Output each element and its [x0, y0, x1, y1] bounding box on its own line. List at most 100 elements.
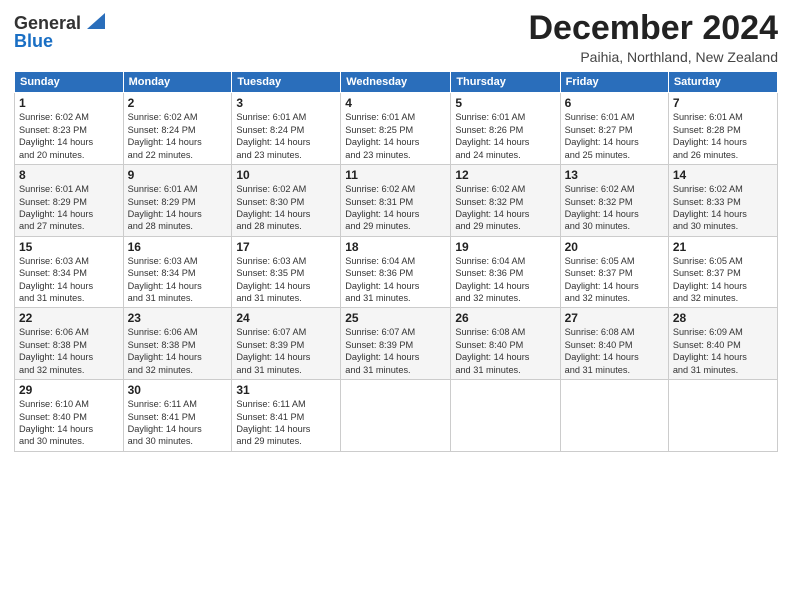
col-saturday: Saturday	[668, 72, 777, 93]
month-title: December 2024	[528, 10, 778, 47]
day-info: Sunrise: 6:01 AM Sunset: 8:24 PM Dayligh…	[236, 111, 336, 161]
day-info: Sunrise: 6:10 AM Sunset: 8:40 PM Dayligh…	[19, 398, 119, 448]
logo-blue-text: Blue	[14, 32, 53, 50]
calendar-week-5: 29Sunrise: 6:10 AM Sunset: 8:40 PM Dayli…	[15, 380, 778, 452]
table-row: 31Sunrise: 6:11 AM Sunset: 8:41 PM Dayli…	[232, 380, 341, 452]
day-info: Sunrise: 6:06 AM Sunset: 8:38 PM Dayligh…	[19, 326, 119, 376]
title-block: December 2024 Paihia, Northland, New Zea…	[528, 10, 778, 65]
col-wednesday: Wednesday	[341, 72, 451, 93]
table-row: 18Sunrise: 6:04 AM Sunset: 8:36 PM Dayli…	[341, 236, 451, 308]
col-monday: Monday	[123, 72, 232, 93]
calendar-week-4: 22Sunrise: 6:06 AM Sunset: 8:38 PM Dayli…	[15, 308, 778, 380]
day-number: 21	[673, 240, 773, 254]
day-info: Sunrise: 6:02 AM Sunset: 8:33 PM Dayligh…	[673, 183, 773, 233]
day-info: Sunrise: 6:05 AM Sunset: 8:37 PM Dayligh…	[565, 255, 664, 305]
day-info: Sunrise: 6:04 AM Sunset: 8:36 PM Dayligh…	[345, 255, 446, 305]
day-number: 12	[455, 168, 555, 182]
day-number: 7	[673, 96, 773, 110]
table-row: 5Sunrise: 6:01 AM Sunset: 8:26 PM Daylig…	[451, 93, 560, 165]
table-row: 17Sunrise: 6:03 AM Sunset: 8:35 PM Dayli…	[232, 236, 341, 308]
day-number: 18	[345, 240, 446, 254]
day-number: 11	[345, 168, 446, 182]
day-info: Sunrise: 6:02 AM Sunset: 8:31 PM Dayligh…	[345, 183, 446, 233]
day-info: Sunrise: 6:03 AM Sunset: 8:35 PM Dayligh…	[236, 255, 336, 305]
table-row: 30Sunrise: 6:11 AM Sunset: 8:41 PM Dayli…	[123, 380, 232, 452]
logo-general-text: General	[14, 14, 81, 32]
day-info: Sunrise: 6:03 AM Sunset: 8:34 PM Dayligh…	[19, 255, 119, 305]
table-row: 14Sunrise: 6:02 AM Sunset: 8:33 PM Dayli…	[668, 165, 777, 237]
day-number: 4	[345, 96, 446, 110]
location: Paihia, Northland, New Zealand	[528, 49, 778, 65]
day-info: Sunrise: 6:01 AM Sunset: 8:25 PM Dayligh…	[345, 111, 446, 161]
day-info: Sunrise: 6:07 AM Sunset: 8:39 PM Dayligh…	[236, 326, 336, 376]
col-sunday: Sunday	[15, 72, 124, 93]
day-number: 28	[673, 311, 773, 325]
table-row: 9Sunrise: 6:01 AM Sunset: 8:29 PM Daylig…	[123, 165, 232, 237]
table-row: 22Sunrise: 6:06 AM Sunset: 8:38 PM Dayli…	[15, 308, 124, 380]
table-row	[560, 380, 668, 452]
table-row: 26Sunrise: 6:08 AM Sunset: 8:40 PM Dayli…	[451, 308, 560, 380]
table-row: 8Sunrise: 6:01 AM Sunset: 8:29 PM Daylig…	[15, 165, 124, 237]
calendar-header-row: Sunday Monday Tuesday Wednesday Thursday…	[15, 72, 778, 93]
table-row: 25Sunrise: 6:07 AM Sunset: 8:39 PM Dayli…	[341, 308, 451, 380]
table-row: 16Sunrise: 6:03 AM Sunset: 8:34 PM Dayli…	[123, 236, 232, 308]
calendar-week-2: 8Sunrise: 6:01 AM Sunset: 8:29 PM Daylig…	[15, 165, 778, 237]
table-row: 24Sunrise: 6:07 AM Sunset: 8:39 PM Dayli…	[232, 308, 341, 380]
day-number: 29	[19, 383, 119, 397]
col-friday: Friday	[560, 72, 668, 93]
day-number: 14	[673, 168, 773, 182]
table-row: 23Sunrise: 6:06 AM Sunset: 8:38 PM Dayli…	[123, 308, 232, 380]
day-info: Sunrise: 6:01 AM Sunset: 8:27 PM Dayligh…	[565, 111, 664, 161]
table-row: 21Sunrise: 6:05 AM Sunset: 8:37 PM Dayli…	[668, 236, 777, 308]
col-thursday: Thursday	[451, 72, 560, 93]
day-number: 3	[236, 96, 336, 110]
logo: General Blue	[14, 14, 105, 50]
day-number: 23	[128, 311, 228, 325]
calendar-table: Sunday Monday Tuesday Wednesday Thursday…	[14, 71, 778, 451]
day-info: Sunrise: 6:09 AM Sunset: 8:40 PM Dayligh…	[673, 326, 773, 376]
day-number: 17	[236, 240, 336, 254]
table-row: 11Sunrise: 6:02 AM Sunset: 8:31 PM Dayli…	[341, 165, 451, 237]
table-row: 15Sunrise: 6:03 AM Sunset: 8:34 PM Dayli…	[15, 236, 124, 308]
table-row: 19Sunrise: 6:04 AM Sunset: 8:36 PM Dayli…	[451, 236, 560, 308]
day-info: Sunrise: 6:04 AM Sunset: 8:36 PM Dayligh…	[455, 255, 555, 305]
day-number: 25	[345, 311, 446, 325]
table-row: 13Sunrise: 6:02 AM Sunset: 8:32 PM Dayli…	[560, 165, 668, 237]
day-number: 15	[19, 240, 119, 254]
table-row: 4Sunrise: 6:01 AM Sunset: 8:25 PM Daylig…	[341, 93, 451, 165]
day-number: 2	[128, 96, 228, 110]
day-number: 26	[455, 311, 555, 325]
day-number: 6	[565, 96, 664, 110]
day-number: 9	[128, 168, 228, 182]
table-row	[451, 380, 560, 452]
day-number: 5	[455, 96, 555, 110]
day-number: 31	[236, 383, 336, 397]
table-row: 29Sunrise: 6:10 AM Sunset: 8:40 PM Dayli…	[15, 380, 124, 452]
day-info: Sunrise: 6:02 AM Sunset: 8:23 PM Dayligh…	[19, 111, 119, 161]
day-number: 13	[565, 168, 664, 182]
table-row	[341, 380, 451, 452]
day-info: Sunrise: 6:02 AM Sunset: 8:24 PM Dayligh…	[128, 111, 228, 161]
day-info: Sunrise: 6:01 AM Sunset: 8:29 PM Dayligh…	[19, 183, 119, 233]
day-number: 8	[19, 168, 119, 182]
day-info: Sunrise: 6:08 AM Sunset: 8:40 PM Dayligh…	[455, 326, 555, 376]
day-number: 1	[19, 96, 119, 110]
table-row: 3Sunrise: 6:01 AM Sunset: 8:24 PM Daylig…	[232, 93, 341, 165]
col-tuesday: Tuesday	[232, 72, 341, 93]
table-row: 27Sunrise: 6:08 AM Sunset: 8:40 PM Dayli…	[560, 308, 668, 380]
table-row: 12Sunrise: 6:02 AM Sunset: 8:32 PM Dayli…	[451, 165, 560, 237]
logo-icon	[83, 13, 105, 31]
day-info: Sunrise: 6:01 AM Sunset: 8:29 PM Dayligh…	[128, 183, 228, 233]
day-info: Sunrise: 6:06 AM Sunset: 8:38 PM Dayligh…	[128, 326, 228, 376]
day-info: Sunrise: 6:01 AM Sunset: 8:26 PM Dayligh…	[455, 111, 555, 161]
day-info: Sunrise: 6:11 AM Sunset: 8:41 PM Dayligh…	[128, 398, 228, 448]
day-info: Sunrise: 6:02 AM Sunset: 8:32 PM Dayligh…	[565, 183, 664, 233]
page-container: General Blue December 2024 Paihia, North…	[0, 0, 792, 460]
day-number: 22	[19, 311, 119, 325]
table-row: 20Sunrise: 6:05 AM Sunset: 8:37 PM Dayli…	[560, 236, 668, 308]
day-info: Sunrise: 6:11 AM Sunset: 8:41 PM Dayligh…	[236, 398, 336, 448]
day-number: 16	[128, 240, 228, 254]
day-info: Sunrise: 6:07 AM Sunset: 8:39 PM Dayligh…	[345, 326, 446, 376]
table-row: 6Sunrise: 6:01 AM Sunset: 8:27 PM Daylig…	[560, 93, 668, 165]
table-row: 10Sunrise: 6:02 AM Sunset: 8:30 PM Dayli…	[232, 165, 341, 237]
